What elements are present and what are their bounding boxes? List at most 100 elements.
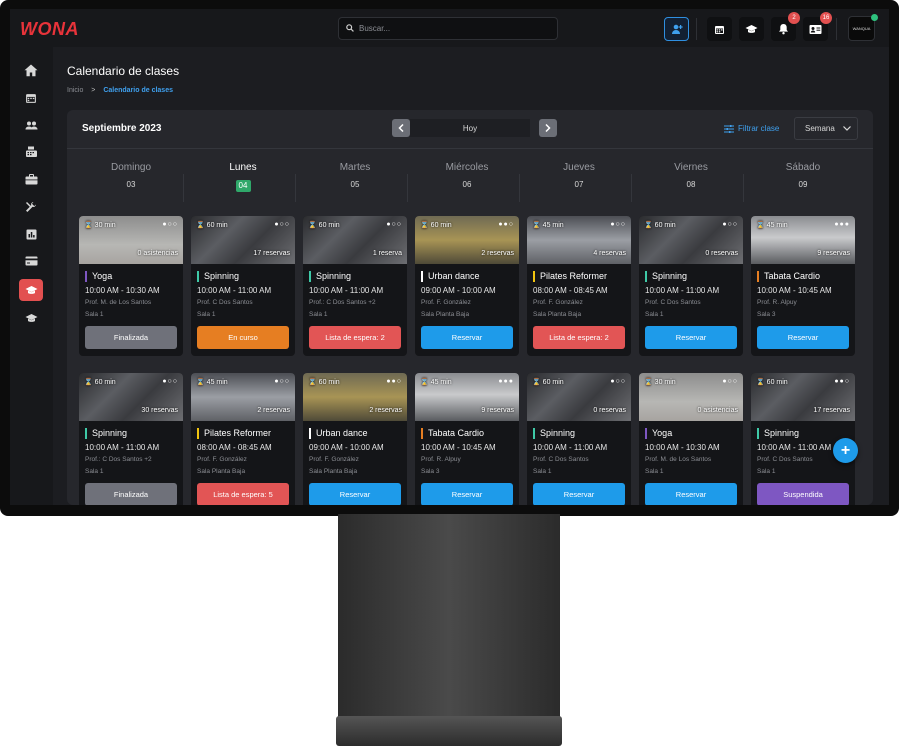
class-room: Sala Planta Baja — [197, 468, 246, 475]
class-card[interactable]: ⌛ 60 min ●○○ 30 reservas Spinning 10:00 AM -… — [79, 373, 183, 505]
add-user-button[interactable] — [664, 17, 689, 41]
class-action-button[interactable]: Reservar — [645, 483, 737, 505]
messages-badge: 16 — [820, 12, 832, 24]
filter-classes-button[interactable]: Filtrar clase — [724, 124, 779, 133]
sidebar-item-tools[interactable] — [19, 196, 43, 218]
class-action-button[interactable]: Lista de espera: 2 — [309, 326, 401, 349]
notifications-button[interactable]: 2 — [771, 12, 800, 41]
class-card[interactable]: ⌛ 60 min ●○○ 0 reservas Spinning 10:00 AM - … — [527, 373, 631, 505]
sidebar-item-payments[interactable] — [19, 250, 43, 272]
class-action-button[interactable]: Reservar — [421, 483, 513, 505]
class-card[interactable]: ⌛ 60 min ●○○ 1 reserva Spinning 10:00 AM - 1… — [303, 216, 407, 356]
sidebar-item-classes[interactable] — [19, 279, 43, 301]
class-card[interactable]: ⌛ 60 min ●●○ 2 reservas Urban dance 09:00 AM… — [415, 216, 519, 356]
duration-label: ⌛ 60 min — [756, 379, 788, 386]
prev-week-button[interactable] — [392, 119, 410, 137]
class-action-button[interactable]: Reservar — [645, 326, 737, 349]
class-time: 10:00 AM - 11:00 AM — [645, 286, 720, 295]
search-input[interactable] — [359, 21, 549, 36]
view-select-value: Semana — [805, 124, 835, 133]
class-card[interactable]: ⌛ 45 min ●●● 9 reservas Tabata Cardio 10:00 … — [751, 216, 855, 356]
class-teacher: Prof. C Dos Santos — [197, 299, 253, 306]
duration-value: 60 min — [318, 222, 340, 229]
duration-label: ⌛ 60 min — [84, 379, 116, 386]
class-card[interactable]: ⌛ 30 min ●○○ 0 asistencias Yoga 10:00 AM - 1… — [79, 216, 183, 356]
sidebar-item-home[interactable] — [19, 59, 43, 81]
user-name: WANQUA — [852, 26, 871, 31]
class-teacher: Prof. C Dos Santos — [757, 456, 813, 463]
column-divider — [183, 174, 184, 202]
briefcase-icon — [25, 173, 37, 184]
class-card[interactable]: ⌛ 45 min ●○○ 4 reservas Pilates Reformer 08:… — [527, 216, 631, 356]
class-card[interactable]: ⌛ 60 min ●○○ 17 reservas Spinning 10:00 AM -… — [191, 216, 295, 356]
booking-count: 17 reservas — [253, 250, 290, 257]
class-time: 10:00 AM - 10:45 AM — [421, 443, 496, 452]
chevron-left-icon — [398, 124, 404, 132]
credit-card-icon — [25, 256, 37, 266]
class-time: 09:00 AM - 10:00 AM — [421, 286, 496, 295]
class-time: 10:00 AM - 11:00 AM — [197, 286, 272, 295]
sidebar-item-inventory[interactable] — [19, 168, 43, 190]
search-box[interactable] — [338, 17, 558, 40]
duration-value: 45 min — [542, 222, 564, 229]
class-card[interactable]: ⌛ 45 min ●○○ 2 reservas Pilates Reformer 08:… — [191, 373, 295, 505]
next-week-button[interactable] — [539, 119, 557, 137]
add-class-fab-button[interactable]: + — [833, 438, 858, 463]
class-time: 09:00 AM - 10:00 AM — [309, 443, 384, 452]
sidebar-item-courses[interactable] — [19, 307, 43, 329]
breadcrumb-home[interactable]: Inicio — [67, 87, 83, 94]
day-column-header[interactable]: Miércoles 06 — [411, 162, 523, 202]
app-logo[interactable]: WONA — [20, 19, 79, 40]
duration-value: 60 min — [542, 379, 564, 386]
intensity-level-icons: ●○○ — [610, 378, 626, 385]
tools-icon — [26, 202, 36, 212]
page-title: Calendario de clases — [67, 64, 180, 78]
class-action-button[interactable]: Finalizada — [85, 483, 177, 505]
users-icon — [25, 121, 37, 129]
today-button[interactable]: Hoy — [410, 119, 530, 137]
intensity-level-icons: ●○○ — [274, 378, 290, 385]
day-column-header[interactable]: Domingo 03 — [75, 162, 187, 202]
day-column-header[interactable]: Jueves 07 — [523, 162, 635, 202]
class-action-button[interactable]: Lista de espera: 5 — [197, 483, 289, 505]
view-select[interactable]: Semana — [794, 117, 858, 140]
class-action-button[interactable]: En curso — [197, 326, 289, 349]
class-name: Pilates Reformer — [197, 428, 271, 439]
day-column-header[interactable]: Sábado 09 — [747, 162, 859, 202]
class-action-button[interactable]: Finalizada — [85, 326, 177, 349]
day-column-header[interactable]: Martes 05 — [299, 162, 411, 202]
class-action-button[interactable]: Suspendida — [757, 483, 849, 505]
contacts-button[interactable]: 16 — [803, 12, 832, 41]
column-divider — [631, 174, 632, 202]
class-room: Sala 3 — [421, 468, 440, 475]
class-name: Spinning — [645, 271, 687, 282]
duration-label: ⌛ 45 min — [196, 379, 228, 386]
calendar-button[interactable] — [707, 17, 732, 41]
class-action-button[interactable]: Lista de espera: 2 — [533, 326, 625, 349]
sidebar-item-users[interactable] — [19, 114, 43, 136]
day-column-header[interactable]: Lunes 04 — [187, 162, 299, 202]
class-action-button[interactable]: Reservar — [757, 326, 849, 349]
class-action-button[interactable]: Reservar — [421, 326, 513, 349]
classes-button[interactable] — [739, 17, 764, 41]
class-card[interactable]: ⌛ 45 min ●●● 9 reservas Tabata Cardio 10:00 … — [415, 373, 519, 505]
class-room: Sala 1 — [197, 311, 216, 318]
intensity-level-icons: ●●○ — [834, 378, 850, 385]
day-number: 05 — [299, 180, 411, 189]
class-card[interactable]: ⌛ 30 min ●○○ 0 asistencias Yoga 10:00 AM - 1… — [639, 373, 743, 505]
class-action-button[interactable]: Reservar — [533, 483, 625, 505]
user-avatar[interactable]: WANQUA — [848, 14, 878, 41]
home-icon — [24, 64, 38, 76]
class-name: Spinning — [533, 428, 575, 439]
day-number: 08 — [635, 180, 747, 189]
day-column-header[interactable]: Viernes 08 — [635, 162, 747, 202]
class-card[interactable]: ⌛ 60 min ●○○ 0 reservas Spinning 10:00 AM - … — [639, 216, 743, 356]
class-card[interactable]: ⌛ 60 min ●●○ 2 reservas Urban dance 09:00 AM… — [303, 373, 407, 505]
sidebar-item-calendar[interactable] — [19, 87, 43, 109]
duration-value: 45 min — [766, 222, 788, 229]
sidebar-item-pos[interactable] — [19, 141, 43, 163]
duration-label: ⌛ 30 min — [84, 222, 116, 229]
column-divider — [743, 174, 744, 202]
class-action-button[interactable]: Reservar — [309, 483, 401, 505]
sidebar-item-reports[interactable] — [19, 223, 43, 245]
